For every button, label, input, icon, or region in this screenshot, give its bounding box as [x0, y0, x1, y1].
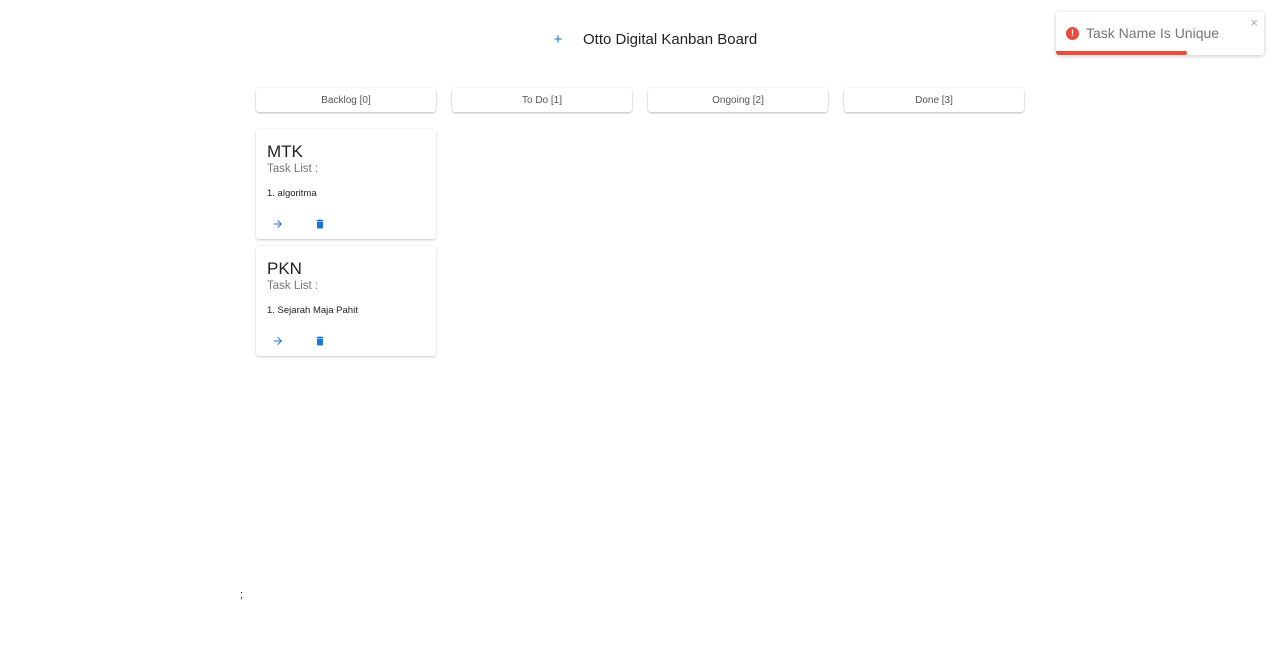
exclamation-icon: !: [1066, 27, 1079, 40]
trash-icon: [316, 219, 324, 229]
task-list-item: 1. Sejarah Maja Pahit: [267, 305, 358, 316]
toast-progress-bar: [1056, 51, 1188, 55]
task-card: MTK Task List : 1. algoritma: [256, 129, 436, 239]
task-card-actions: [267, 332, 331, 350]
tab-backlog[interactable]: Backlog [0]: [256, 88, 436, 112]
tab-todo[interactable]: To Do [1]: [452, 88, 632, 112]
arrow-right-icon: [274, 337, 282, 345]
tab-done[interactable]: Done [3]: [844, 88, 1024, 112]
task-list-item: 1. algoritma: [267, 188, 317, 199]
board-title: Otto Digital Kanban Board: [583, 31, 758, 48]
task-card-subtitle: Task List :: [267, 163, 319, 175]
add-task-button[interactable]: +: [550, 30, 566, 50]
toast-message: Task Name Is Unique: [1086, 25, 1220, 41]
task-card-subtitle: Task List :: [267, 280, 319, 292]
delete-task-button[interactable]: [309, 215, 331, 233]
arrow-right-icon: [274, 220, 282, 228]
toast-close-button[interactable]: ×: [1250, 16, 1258, 30]
trash-icon: [316, 336, 324, 346]
task-card-title: MTK: [267, 142, 303, 161]
task-card: PKN Task List : 1. Sejarah Maja Pahit: [256, 246, 436, 356]
task-card-title: PKN: [267, 259, 302, 278]
move-next-button[interactable]: [267, 332, 289, 350]
stray-text: ;: [240, 589, 244, 601]
task-card-list: MTK Task List : 1. algoritma PKN Task Li…: [256, 129, 436, 363]
error-toast: ! Task Name Is Unique ×: [1056, 12, 1264, 55]
column-tabs: Backlog [0] To Do [1] Ongoing [2] Done […: [256, 88, 1024, 112]
task-card-actions: [267, 215, 331, 233]
delete-task-button[interactable]: [309, 332, 331, 350]
tab-ongoing[interactable]: Ongoing [2]: [648, 88, 828, 112]
move-next-button[interactable]: [267, 215, 289, 233]
